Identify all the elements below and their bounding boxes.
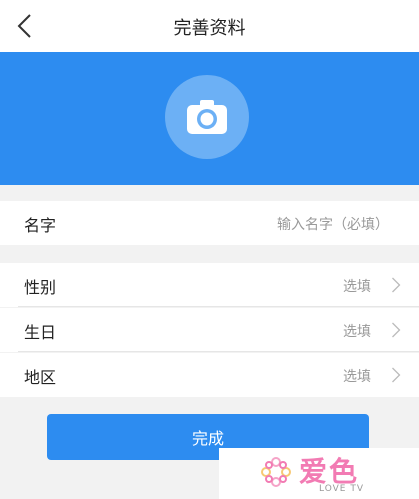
chevron-right-icon <box>392 322 401 338</box>
chevron-right-icon <box>392 277 401 293</box>
camera-icon <box>187 100 227 134</box>
gender-row[interactable]: 性别 选填 <box>0 263 419 307</box>
gender-label: 性别 <box>24 278 57 297</box>
avatar-banner <box>0 52 419 185</box>
chevron-right-icon <box>392 367 401 383</box>
nav-bar: 完善资料 <box>0 0 419 52</box>
birthday-value: 选填 <box>343 324 371 340</box>
watermark-tagline: LOVE TV <box>319 484 364 494</box>
name-row[interactable]: 名字 输入名字（必填） <box>0 201 419 245</box>
name-input[interactable]: 输入名字（必填） <box>277 214 389 234</box>
name-label: 名字 <box>24 216 57 235</box>
divider <box>18 351 419 352</box>
avatar-upload-button[interactable] <box>165 75 249 159</box>
watermark: 爱色 LOVE TV <box>219 448 419 499</box>
divider <box>18 306 419 307</box>
region-label: 地区 <box>24 368 57 387</box>
flower-icon <box>261 457 291 487</box>
gender-value: 选填 <box>343 279 371 295</box>
birthday-label: 生日 <box>24 323 57 342</box>
birthday-row[interactable]: 生日 选填 <box>0 308 419 352</box>
region-value: 选填 <box>343 369 371 385</box>
page-title: 完善资料 <box>173 18 246 39</box>
region-row[interactable]: 地区 选填 <box>0 353 419 397</box>
